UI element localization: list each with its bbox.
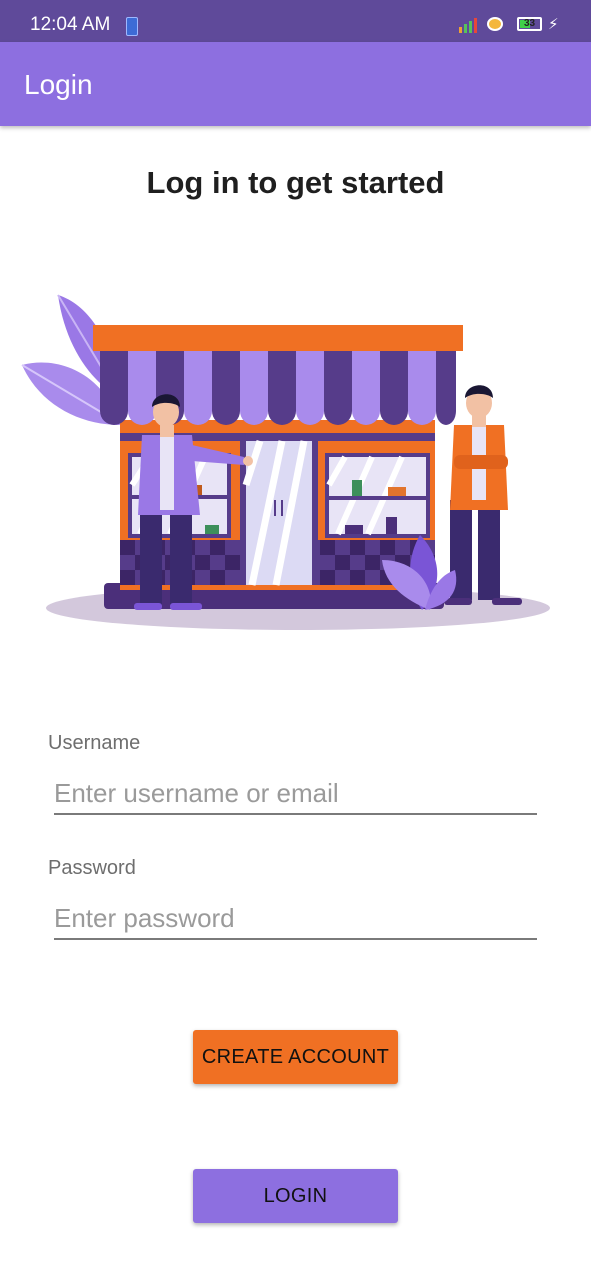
battery-icon: 33 [517,17,542,31]
storefront-illustration [21,294,550,630]
phone-notification-icon [126,17,138,36]
username-label: Username [48,732,141,754]
password-input[interactable] [54,898,537,940]
page-heading: Log in to get started [146,165,445,200]
app-bar: Login [0,42,591,126]
status-time: 12:04 AM [30,14,111,35]
password-label: Password [48,857,136,879]
create-account-button[interactable]: CREATE ACCOUNT [193,1030,398,1084]
username-input[interactable] [54,773,537,815]
battery-level: 33 [523,18,536,29]
vpn-icon [487,17,503,31]
app-title: Login [24,69,93,100]
signal-bars-icon [459,14,479,36]
login-button[interactable]: LOGIN [193,1169,398,1223]
lightning-bolt-icon: ⚡ [548,16,559,33]
status-icons: 33 ⚡ [459,14,563,36]
status-bar: 12:04 AM 33 ⚡ [0,0,591,42]
